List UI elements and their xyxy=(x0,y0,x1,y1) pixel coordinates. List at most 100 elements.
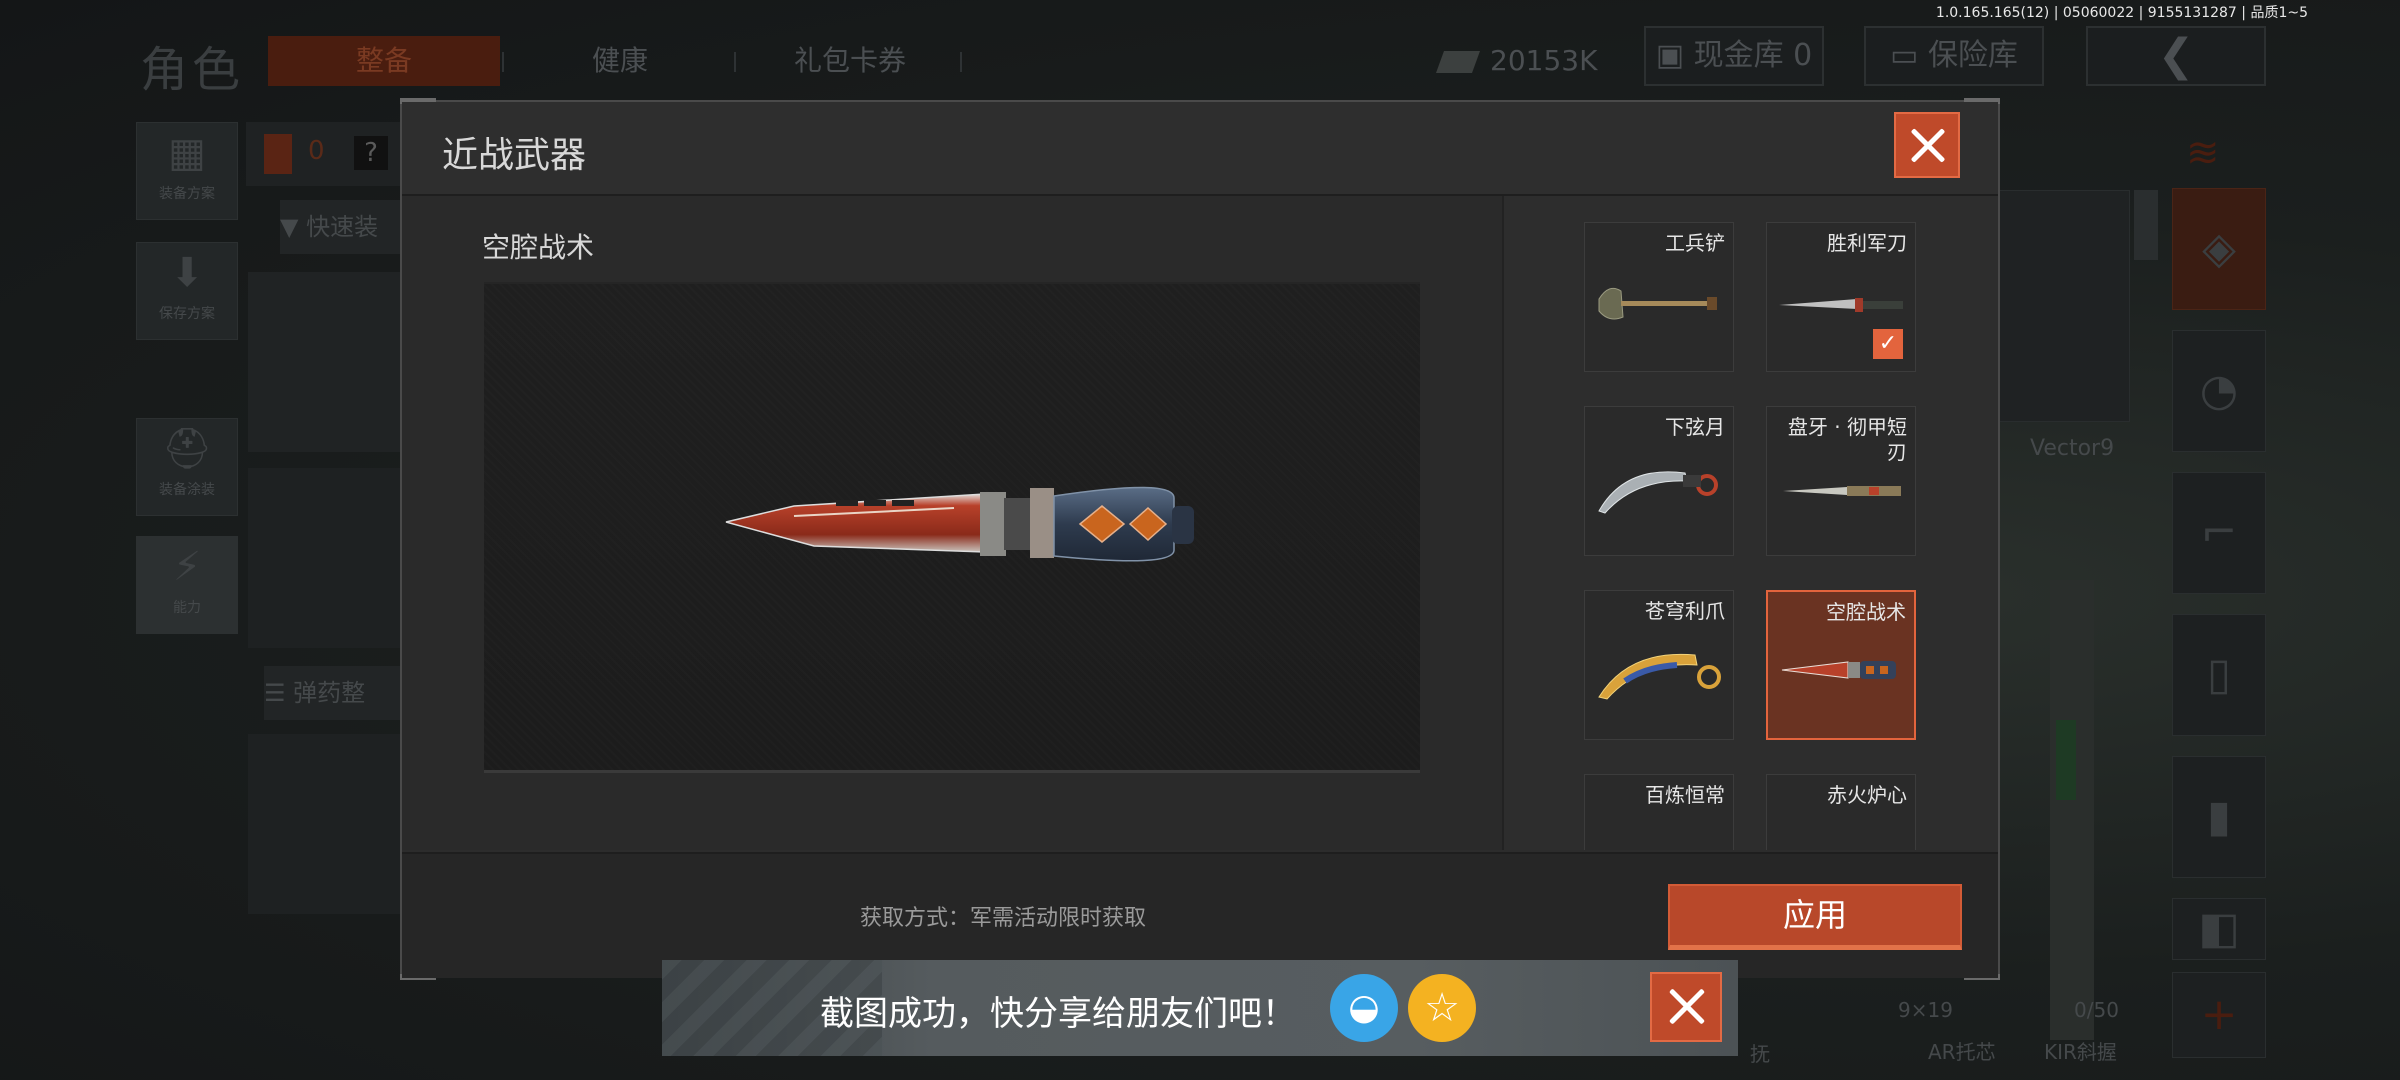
weapon-card-red-furnace[interactable]: 赤火炉心 xyxy=(1766,774,1916,850)
selected-weapon-name: 空腔战术 xyxy=(482,231,595,264)
tab-divider xyxy=(502,52,504,72)
tab-gift-coupons[interactable]: 礼包卡券 xyxy=(750,36,950,86)
back-arrow-icon: ❮ xyxy=(2157,30,2195,81)
rifle-body xyxy=(2050,580,2094,1040)
weapon-name-label: Vector9 xyxy=(2030,436,2115,461)
dagger-icon xyxy=(1783,486,1901,496)
equip-plan-button[interactable]: ▦ 装备方案 xyxy=(136,122,238,220)
tactical-knife-icon xyxy=(1781,661,1896,679)
tactical-knife-image xyxy=(725,486,1194,562)
dialog-header: 近战武器 xyxy=(402,102,1998,196)
vest-icon: ▦ xyxy=(168,130,206,176)
shovel-icon xyxy=(1598,287,1717,320)
tab-health[interactable]: 健康 xyxy=(520,36,720,86)
vault-icon: ▣ xyxy=(1655,38,1694,73)
attachment-label: AR托芯 xyxy=(1928,1040,1996,1064)
weapon-card-victory-saber[interactable]: 胜利军刀 ✓ xyxy=(1766,222,1916,372)
melee-weapon-dialog: 近战武器 空腔战术 工兵铲 胜利军刀 ✓ 下弦月 盘牙 · 彻甲短刃 苍穹利爪 … xyxy=(400,98,2000,980)
star-icon: ☆ xyxy=(1424,985,1460,1031)
weapon-card-fang-dagger[interactable]: 盘牙 · 彻甲短刃 xyxy=(1766,406,1916,556)
weapon-card-label: 赤火炉心 xyxy=(1827,783,1907,807)
slot-grip[interactable]: ▮ xyxy=(2172,756,2266,878)
apply-button[interactable]: 应用 xyxy=(1668,884,1962,950)
ammo-caliber: 9×19 xyxy=(1898,998,1953,1022)
weapon-card-tempered[interactable]: 百炼恒常 xyxy=(1584,774,1734,850)
karambit-icon xyxy=(1598,471,1718,514)
weapon-preview[interactable] xyxy=(484,282,1420,773)
weapon-card-crescent[interactable]: 下弦月 xyxy=(1584,406,1734,556)
magazine-icon: ▯ xyxy=(2206,649,2232,700)
armor-status: 0 ? xyxy=(246,122,406,186)
armor-icon xyxy=(264,134,292,174)
save-plan-label: 保存方案 xyxy=(159,306,215,322)
rifle-accent xyxy=(2056,720,2076,800)
weapon-list: 工兵铲 胜利军刀 ✓ 下弦月 盘牙 · 彻甲短刃 苍穹利爪 空腔战术 百炼恒常 … xyxy=(1504,196,1998,850)
tab-equip[interactable]: 整备 xyxy=(268,36,500,86)
weapon-preview-panel: 空腔战术 xyxy=(402,196,1502,850)
insurance-vault-label: 保险库 xyxy=(1927,38,2018,73)
weapon-card-sky-claw[interactable]: 苍穹利爪 xyxy=(1584,590,1734,740)
ability-button[interactable]: ⚡ 能力 xyxy=(136,536,238,634)
weapon-card-label: 百炼恒常 xyxy=(1645,783,1725,807)
version-text: 1.0.165.165(12) | 05060022 | 9155131287 … xyxy=(1935,5,2308,21)
ammo-sort-label: 弹药整 xyxy=(293,679,366,707)
rifle-slot-icon: ⌐ xyxy=(2200,507,2238,558)
obtain-method-text: 获取方式：军需活动限时获取 xyxy=(860,906,1147,931)
shirt-icon: ▼ xyxy=(280,213,307,241)
toast-message: 截图成功，快分享给朋友们吧！ xyxy=(820,994,1296,1034)
list-icon: ☰ xyxy=(264,679,294,707)
weapon-card-label: 下弦月 xyxy=(1665,415,1725,439)
currency-display: 20153K xyxy=(1435,36,1598,86)
stack-icon: ◈ xyxy=(2202,223,2236,274)
equipped-checkmark: ✓ xyxy=(1873,329,1903,359)
attachment-icon: ◧ xyxy=(2198,903,2240,954)
grip-icon: ▮ xyxy=(2206,791,2232,842)
saber-icon xyxy=(1779,298,1903,312)
help-badge[interactable]: ? xyxy=(354,136,388,170)
claw-icon xyxy=(1598,653,1721,700)
toast-close-button[interactable] xyxy=(1650,972,1722,1042)
cash-vault-label: 现金库 0 xyxy=(1693,38,1813,73)
partial-label: 抚 xyxy=(1750,1042,1770,1066)
screenshot-share-toast: 截图成功，快分享给朋友们吧！ ◒ ☆ xyxy=(662,960,1738,1056)
attachment-label-2: KIR斜握 xyxy=(2044,1040,2117,1064)
equip-paint-label: 装备涂装 xyxy=(159,482,215,498)
weapon-card-label: 空腔战术 xyxy=(1826,600,1906,624)
close-button[interactable] xyxy=(1894,112,1960,178)
plus-icon: + xyxy=(2200,989,2238,1040)
scrollbar-thumb[interactable] xyxy=(2134,190,2158,260)
equip-paint-button[interactable]: ⛑ 装备涂装 xyxy=(136,418,238,516)
qq-share-button[interactable]: ◒ xyxy=(1330,974,1398,1042)
save-plan-button[interactable]: ⬇ 保存方案 xyxy=(136,242,238,340)
insurance-vault-button[interactable]: ▭ 保险库 xyxy=(1864,26,2044,86)
add-slot-button[interactable]: + xyxy=(2172,972,2266,1058)
slot-attachment[interactable]: ◧ xyxy=(2172,898,2266,960)
tab-divider xyxy=(734,52,736,72)
armor-count: 0 xyxy=(308,136,325,166)
weapon-card-cavity-tactical[interactable]: 空腔战术 xyxy=(1766,590,1916,740)
gear-slot[interactable] xyxy=(248,272,400,452)
ammo-slot[interactable] xyxy=(248,734,400,914)
ammo-count: 0/50 xyxy=(2074,998,2119,1022)
back-button[interactable]: ❮ xyxy=(2086,26,2266,86)
weapon-card-shovel[interactable]: 工兵铲 xyxy=(1584,222,1734,372)
cash-vault-button[interactable]: ▣ 现金库 0 xyxy=(1644,26,1824,86)
rifle-image xyxy=(2010,520,2150,1060)
currency-value: 20153K xyxy=(1490,44,1598,77)
slot-primary[interactable]: ⌐ xyxy=(2172,472,2266,594)
slot-helmet[interactable]: ◔ xyxy=(2172,330,2266,452)
lightning-icon: ⚡ xyxy=(172,544,202,590)
slot-melee[interactable]: ◈ xyxy=(2172,188,2266,310)
safe-icon: ▭ xyxy=(1890,38,1928,73)
ammo-sort-button[interactable]: ☰ 弹药整 xyxy=(264,666,410,720)
layers-icon[interactable]: ≋ xyxy=(2186,130,2220,176)
weapon-card-label: 胜利军刀 xyxy=(1827,231,1907,255)
page-title: 角色 xyxy=(140,42,245,98)
gear-slot[interactable] xyxy=(248,468,400,648)
favorite-share-button[interactable]: ☆ xyxy=(1408,974,1476,1042)
equip-plan-label: 装备方案 xyxy=(159,186,215,202)
weapon-card-label: 工兵铲 xyxy=(1665,231,1725,255)
quick-equip-button[interactable]: ▼ 快速装 xyxy=(280,200,410,254)
dialog-title: 近战武器 xyxy=(442,135,587,176)
slot-magazine[interactable]: ▯ xyxy=(2172,614,2266,736)
